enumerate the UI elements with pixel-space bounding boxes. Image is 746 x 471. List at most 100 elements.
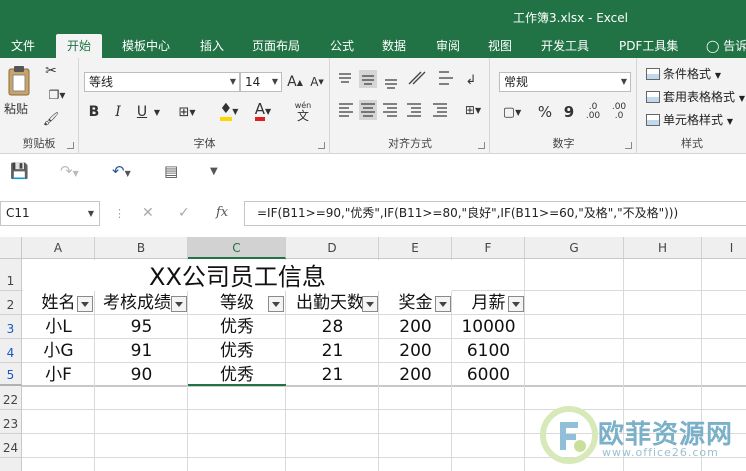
merge-center-icon[interactable]: ⊞ ▼ xyxy=(461,100,485,120)
alignment-launcher-icon[interactable] xyxy=(478,142,485,149)
row-header-4[interactable]: 4 xyxy=(0,339,22,363)
table-cell[interactable]: 小L xyxy=(22,315,95,339)
decrease-decimal-icon[interactable]: .00.0 xyxy=(609,102,629,122)
tab-home[interactable]: 开始 xyxy=(56,34,103,58)
print-preview-icon[interactable]: ▤ xyxy=(164,162,178,180)
table-cell[interactable]: 200 xyxy=(379,363,452,387)
row-header-3[interactable]: 3 xyxy=(0,315,22,339)
font-name-select[interactable]: 等线 ▼ xyxy=(84,72,240,92)
column-header-d[interactable]: D xyxy=(286,237,379,259)
column-header-b[interactable]: B xyxy=(95,237,188,259)
tab-page-layout[interactable]: 页面布局 xyxy=(252,34,300,58)
cancel-icon[interactable]: ✕ xyxy=(142,205,154,221)
accounting-format-icon[interactable]: ▢ ▼ xyxy=(499,102,525,122)
copy-icon[interactable]: ❐▾ xyxy=(42,86,72,104)
tell-me[interactable]: ◯ 告诉 xyxy=(706,34,746,58)
name-box[interactable]: C11 ▼ xyxy=(0,201,100,226)
column-header-a[interactable]: A xyxy=(22,237,95,259)
comma-style-button[interactable]: 9 xyxy=(561,102,577,122)
tab-insert[interactable]: 插入 xyxy=(200,34,224,58)
fill-color-icon[interactable]: ♦ ▼ xyxy=(216,100,242,122)
font-color-button[interactable]: A ▼ xyxy=(250,100,276,122)
format-as-table-button[interactable]: 套用表格格式 ▼ xyxy=(646,87,745,107)
phonetic-guide-button[interactable]: wén 文 xyxy=(288,98,318,124)
tab-formulas[interactable]: 公式 xyxy=(330,34,354,58)
row-header-24[interactable]: 24 xyxy=(0,434,22,458)
number-launcher-icon[interactable] xyxy=(625,142,632,149)
column-header-i[interactable]: I xyxy=(702,237,746,259)
table-cell[interactable]: 91 xyxy=(95,339,188,363)
column-header-g[interactable]: G xyxy=(525,237,624,259)
italic-button[interactable]: I xyxy=(110,102,126,122)
tab-review[interactable]: 审阅 xyxy=(436,34,460,58)
tab-pdf-tools[interactable]: PDF工具集 xyxy=(619,34,678,58)
table-cell[interactable]: 90 xyxy=(95,363,188,387)
column-header-f[interactable]: F xyxy=(452,237,525,259)
conditional-formatting-button[interactable]: 条件格式 ▼ xyxy=(646,64,721,84)
font-launcher-icon[interactable] xyxy=(318,142,325,149)
select-all-corner[interactable] xyxy=(0,237,22,259)
tab-template-center[interactable]: 模板中心 xyxy=(122,34,170,58)
shrink-font-icon[interactable]: A ▼ xyxy=(308,72,326,92)
number-format-select[interactable]: 常规 ▼ xyxy=(499,72,631,92)
tab-developer[interactable]: 开发工具 xyxy=(541,34,589,58)
table-cell[interactable]: 10000 xyxy=(452,315,525,339)
borders-icon[interactable]: ⊞ ▼ xyxy=(174,102,200,122)
increase-decimal-icon[interactable]: .0.00 xyxy=(583,102,603,122)
redo-icon[interactable]: ↷▼ xyxy=(60,162,79,180)
filter-dropdown-icon[interactable] xyxy=(362,296,378,312)
filter-dropdown-icon[interactable] xyxy=(268,296,284,312)
filter-dropdown-icon[interactable] xyxy=(77,296,93,312)
table-cell[interactable]: 200 xyxy=(379,339,452,363)
insert-function-button[interactable]: fx xyxy=(216,205,228,220)
column-header-c[interactable]: C xyxy=(188,237,286,259)
font-size-value: 14 xyxy=(245,75,261,89)
table-cell[interactable]: 6100 xyxy=(452,339,525,363)
row-header-22[interactable]: 22 xyxy=(0,386,22,410)
chevron-down-icon[interactable]: ▼ xyxy=(152,102,162,122)
sheet-title-cell[interactable]: XX公司员工信息 xyxy=(23,260,452,291)
table-cell[interactable]: 6000 xyxy=(452,363,525,387)
table-cell[interactable]: 95 xyxy=(95,315,188,339)
tab-view[interactable]: 视图 xyxy=(488,34,512,58)
font-size-select[interactable]: 14 ▼ xyxy=(240,72,282,92)
customize-qat-icon[interactable]: ▼ xyxy=(210,166,218,177)
table-cell[interactable]: 优秀 xyxy=(188,315,286,339)
row-header-23[interactable]: 23 xyxy=(0,410,22,434)
table-cell[interactable]: 21 xyxy=(286,339,379,363)
formula-input[interactable]: =IF(B11>=90,"优秀",IF(B11>=80,"良好",IF(B11>… xyxy=(244,201,746,226)
undo-icon[interactable]: ↶▼ xyxy=(112,162,131,180)
format-painter-icon[interactable]: 🖌 xyxy=(42,110,60,128)
row-header-2[interactable]: 2 xyxy=(0,291,22,315)
clipboard-launcher-icon[interactable] xyxy=(67,142,74,149)
filter-dropdown-icon[interactable] xyxy=(171,296,187,312)
table-cell[interactable]: 小G xyxy=(22,339,95,363)
column-header-h[interactable]: H xyxy=(624,237,702,259)
grow-font-icon[interactable]: A ▲ xyxy=(286,72,304,92)
table-cell[interactable]: 小F xyxy=(22,363,95,387)
row-header-5[interactable]: 5 xyxy=(0,363,22,386)
cut-icon[interactable]: ✂ xyxy=(42,62,60,80)
filter-dropdown-icon[interactable] xyxy=(508,296,524,312)
tab-file[interactable]: 文件 xyxy=(11,34,35,58)
enter-icon[interactable]: ✓ xyxy=(178,205,190,221)
underline-button[interactable]: U xyxy=(134,102,150,122)
table-cell[interactable]: 28 xyxy=(286,315,379,339)
row-header-1[interactable]: 1 xyxy=(0,259,22,291)
row-header-25[interactable] xyxy=(0,458,22,471)
cell-styles-button[interactable]: 单元格样式 ▼ xyxy=(646,110,733,130)
formula-bar-grip-icon[interactable]: ⋮ xyxy=(114,207,125,220)
filter-dropdown-icon[interactable] xyxy=(435,296,451,312)
table-cell[interactable]: 优秀 xyxy=(188,339,286,363)
bold-button[interactable]: B xyxy=(86,102,102,122)
percent-button[interactable]: % xyxy=(537,102,553,122)
column-header-e[interactable]: E xyxy=(379,237,452,259)
table-cell[interactable]: 21 xyxy=(286,363,379,387)
conditional-formatting-icon xyxy=(646,68,660,80)
alignment-icons[interactable] xyxy=(337,70,457,124)
table-cell[interactable]: 200 xyxy=(379,315,452,339)
tab-data[interactable]: 数据 xyxy=(382,34,406,58)
wrap-text-icon[interactable]: ↲ xyxy=(461,70,481,90)
paste-button[interactable] xyxy=(6,64,32,98)
save-icon[interactable]: 💾 xyxy=(10,162,29,180)
